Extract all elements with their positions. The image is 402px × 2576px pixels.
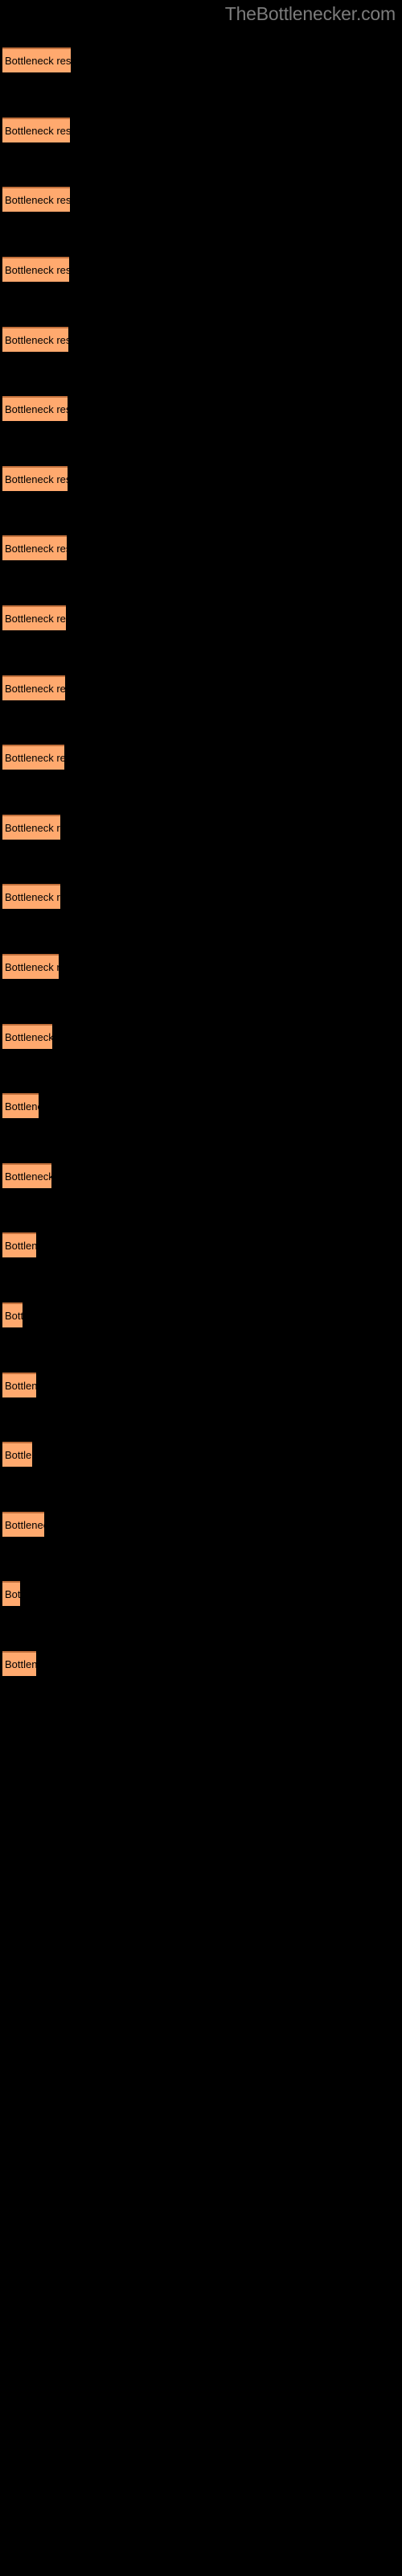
bar-row: Bottleneck result xyxy=(0,1163,402,1189)
bar-row: Bottleneck result xyxy=(0,1024,402,1050)
bar-row: Bottleneck result xyxy=(0,466,402,492)
bar-row: Bottleneck result xyxy=(0,1651,402,1677)
bar-row: Bottleneck result xyxy=(0,1373,402,1398)
bar-row: Bottleneck result xyxy=(0,1512,402,1538)
bar-label: Bottleneck result xyxy=(5,891,60,903)
bar: Bottleneck result xyxy=(2,187,70,212)
bar: Bottleneck result xyxy=(2,535,67,560)
bar: Bottleneck result xyxy=(2,884,60,909)
bar-row: Bottleneck result xyxy=(0,47,402,73)
bar: Bottleneck result xyxy=(2,1093,39,1118)
bar: Bottleneck result xyxy=(2,1512,44,1537)
bar-label: Bottleneck result xyxy=(5,473,68,485)
bar-row: Bottleneck result xyxy=(0,1581,402,1607)
bar: Bottleneck result xyxy=(2,1651,36,1676)
bottleneck-bar-chart: Bottleneck result Bottleneck result Bottle… xyxy=(0,0,402,2576)
bar-row: Bottleneck result xyxy=(0,954,402,980)
bar-row: Bottleneck result xyxy=(0,257,402,283)
bar-label: Bottleneck result xyxy=(5,55,71,67)
bar-label: Bottleneck result xyxy=(5,1100,39,1113)
bar-label: Bottleneck result xyxy=(5,1380,36,1392)
bar: Bottleneck result xyxy=(2,1232,36,1257)
bar-label: Bottleneck result xyxy=(5,1240,36,1252)
bar-row: Bottleneck result xyxy=(0,327,402,353)
bar-row: Bottleneck result xyxy=(0,118,402,143)
bar-label: Bottleneck result xyxy=(5,1170,51,1183)
page-root: TheBottlenecker.com Bottleneck resultBot… xyxy=(0,0,402,2576)
bar: Bottleneck result xyxy=(2,47,71,72)
bar: Bottleneck result xyxy=(2,257,69,282)
bar: Bottleneck result xyxy=(2,1373,36,1397)
bar-label: Bottleneck result xyxy=(5,194,70,206)
bar-row: Bottleneck result xyxy=(0,1302,402,1328)
bar: Bottleneck result xyxy=(2,396,68,421)
bar: Bottleneck result xyxy=(2,1024,52,1049)
bar: Bottleneck result xyxy=(2,815,60,840)
bar: Bottleneck result xyxy=(2,954,59,979)
bar-row: Bottleneck result xyxy=(0,535,402,561)
bar: Bottleneck result xyxy=(2,605,66,630)
bar: Bottleneck result xyxy=(2,1442,32,1467)
bar: Bottleneck result xyxy=(2,1163,51,1188)
bar-label: Bottleneck result xyxy=(5,613,66,625)
bar-row: Bottleneck result xyxy=(0,884,402,910)
bar-label: Bottleneck result xyxy=(5,264,69,276)
bar-row: Bottleneck result xyxy=(0,745,402,770)
bar: Bottleneck result xyxy=(2,745,64,770)
bar-label: Bottleneck result xyxy=(5,752,64,764)
bar-label: Bottleneck result xyxy=(5,683,65,695)
bar-row: Bottleneck result xyxy=(0,605,402,631)
bar-label: Bottleneck result xyxy=(5,1449,32,1461)
bar: Bottleneck result xyxy=(2,675,65,700)
bar: Bottleneck result xyxy=(2,1581,20,1606)
bar-label: Bottleneck result xyxy=(5,822,60,834)
bar-label: Bottleneck result xyxy=(5,1588,20,1600)
bar-label: Bottleneck result xyxy=(5,1658,36,1670)
bar-label: Bottleneck result xyxy=(5,125,70,137)
bar: Bottleneck result xyxy=(2,118,70,142)
bar-row: Bottleneck result xyxy=(0,396,402,422)
bar-row: Bottleneck result xyxy=(0,187,402,213)
bar-label: Bottleneck result xyxy=(5,1031,52,1043)
bar-label: Bottleneck result xyxy=(5,961,59,973)
bar-label: Bottleneck result xyxy=(5,1519,44,1531)
bar-label: Bottleneck result xyxy=(5,403,68,415)
bar-row: Bottleneck result xyxy=(0,1093,402,1119)
bar-row: Bottleneck result xyxy=(0,1442,402,1468)
bar: Bottleneck result xyxy=(2,1302,23,1327)
bar-label: Bottleneck result xyxy=(5,1310,23,1322)
bar-row: Bottleneck result xyxy=(0,1232,402,1258)
bar: Bottleneck result xyxy=(2,327,68,352)
bar-row: Bottleneck result xyxy=(0,675,402,701)
bar: Bottleneck result xyxy=(2,466,68,491)
bar-label: Bottleneck result xyxy=(5,334,68,346)
bar-row: Bottleneck result xyxy=(0,815,402,840)
bar-label: Bottleneck result xyxy=(5,543,67,555)
